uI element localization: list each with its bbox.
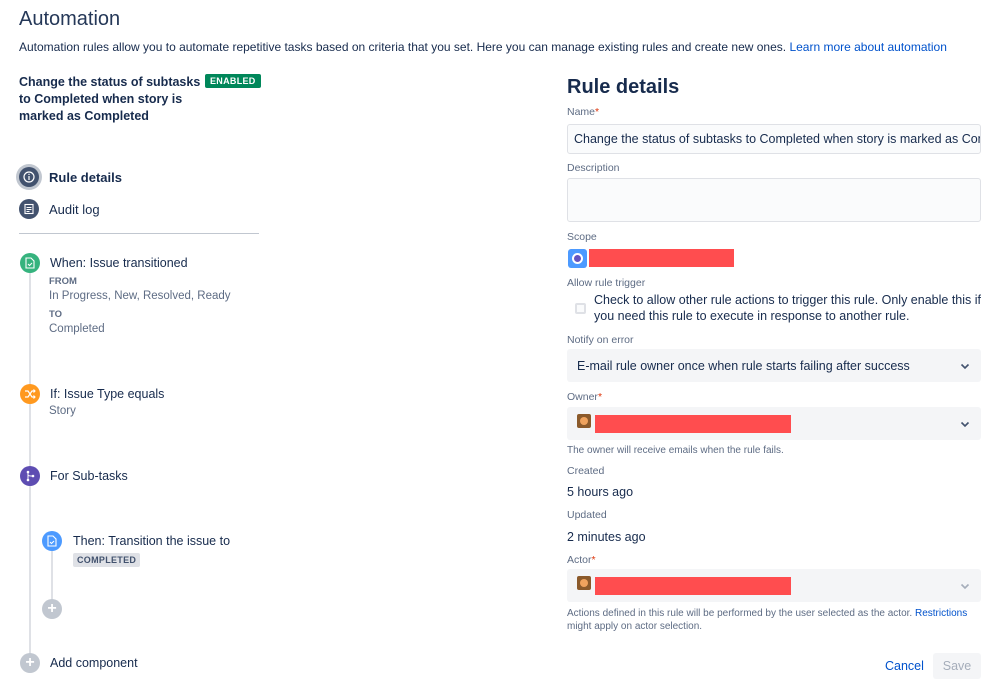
required-mark: * bbox=[595, 106, 600, 118]
project-scope-icon bbox=[568, 249, 587, 268]
status-lozenge: COMPLETED bbox=[73, 553, 141, 567]
notify-label: Notify on error bbox=[567, 334, 634, 346]
rule-name: Change the status of subtasks to Complet… bbox=[19, 75, 201, 123]
updated-value: 2 minutes ago bbox=[567, 530, 646, 544]
document-icon bbox=[20, 253, 40, 273]
owner-label-text: Owner bbox=[567, 391, 598, 403]
name-label: Name* bbox=[567, 106, 599, 118]
trigger-to-label: TO bbox=[49, 309, 63, 320]
add-component-label[interactable]: Add component bbox=[50, 656, 138, 670]
actor-label-text: Actor bbox=[567, 554, 592, 566]
list-icon bbox=[19, 199, 39, 219]
created-label: Created bbox=[567, 465, 605, 477]
created-value: 5 hours ago bbox=[567, 485, 634, 499]
allow-trigger-checkbox[interactable] bbox=[575, 303, 586, 314]
plus-icon: + bbox=[25, 654, 35, 671]
page-title: Automation bbox=[19, 8, 121, 30]
notify-select-value: E-mail rule owner once when rule starts … bbox=[577, 358, 910, 373]
shuffle-icon bbox=[20, 384, 40, 404]
rule-details-title: Rule details bbox=[567, 76, 680, 98]
condition-if-title[interactable]: If: Issue Type equals bbox=[50, 387, 164, 401]
cancel-button[interactable]: Cancel bbox=[876, 653, 933, 679]
required-mark: * bbox=[597, 391, 603, 403]
description-label: Description bbox=[567, 162, 620, 174]
avatar bbox=[577, 413, 591, 428]
nav-divider bbox=[19, 233, 259, 234]
intro-description: Automation rules allow you to automate r… bbox=[19, 40, 787, 54]
actor-helper-tail: might apply on actor selection. bbox=[567, 621, 703, 632]
scope-label: Scope bbox=[567, 231, 597, 243]
restrictions-link[interactable]: Restrictions bbox=[915, 608, 967, 619]
scope-value-redacted bbox=[589, 249, 734, 267]
description-textarea[interactable] bbox=[567, 178, 981, 222]
trigger-from-value: In Progress, New, Resolved, Ready bbox=[49, 290, 231, 302]
trigger-from-label: FROM bbox=[49, 276, 77, 287]
add-component-icon-button[interactable]: + bbox=[20, 653, 40, 673]
notify-select[interactable]: E-mail rule owner once when rule starts … bbox=[567, 349, 981, 382]
condition-if-value: Story bbox=[49, 405, 76, 417]
owner-select[interactable] bbox=[567, 407, 981, 440]
add-branch-component-button[interactable]: + bbox=[42, 599, 62, 619]
actor-name-redacted bbox=[595, 577, 791, 596]
save-button[interactable]: Save bbox=[933, 653, 981, 679]
nav-rule-details-label: Rule details bbox=[49, 169, 122, 185]
plus-icon: + bbox=[47, 600, 57, 617]
chevron-down-icon bbox=[960, 363, 970, 369]
branch-for-title[interactable]: For Sub-tasks bbox=[50, 469, 128, 483]
branch-connector bbox=[51, 550, 53, 600]
trigger-when-title[interactable]: When: Issue transitioned bbox=[50, 256, 188, 270]
document-icon bbox=[42, 531, 62, 551]
actor-helper-text: Actions defined in this rule will be per… bbox=[567, 608, 913, 619]
action-then-title[interactable]: Then: Transition the issue to bbox=[73, 534, 230, 548]
nav-rule-details[interactable]: Rule details bbox=[19, 167, 122, 187]
owner-name-redacted bbox=[595, 415, 791, 434]
owner-helper: The owner will receive emails when the r… bbox=[567, 445, 784, 456]
name-label-text: Name bbox=[567, 106, 596, 118]
enabled-badge: ENABLED bbox=[205, 74, 261, 88]
actor-label: Actor* bbox=[567, 554, 596, 566]
info-icon bbox=[19, 167, 39, 187]
allow-trigger-text: Check to allow other rule actions to tri… bbox=[594, 293, 981, 323]
chevron-down-icon bbox=[960, 421, 970, 427]
trigger-to-value: Completed bbox=[49, 323, 105, 335]
actor-select[interactable] bbox=[567, 569, 981, 602]
name-input[interactable]: Change the status of subtasks to Complet… bbox=[567, 124, 981, 154]
required-mark: * bbox=[591, 554, 596, 566]
avatar bbox=[577, 575, 591, 590]
actor-select-value bbox=[577, 575, 959, 596]
owner-select-value bbox=[577, 413, 959, 434]
chevron-down-icon bbox=[960, 583, 970, 589]
actor-helper: Actions defined in this rule will be per… bbox=[567, 607, 981, 633]
branch-icon bbox=[20, 466, 40, 486]
intro-text: Automation rules allow you to automate r… bbox=[19, 40, 947, 54]
updated-label: Updated bbox=[567, 509, 607, 521]
learn-more-link[interactable]: Learn more about automation bbox=[789, 40, 946, 54]
owner-label: Owner* bbox=[567, 391, 602, 403]
allow-trigger-label: Allow rule trigger bbox=[567, 277, 646, 289]
nav-audit-log-label: Audit log bbox=[49, 201, 100, 217]
nav-audit-log[interactable]: Audit log bbox=[19, 199, 100, 219]
